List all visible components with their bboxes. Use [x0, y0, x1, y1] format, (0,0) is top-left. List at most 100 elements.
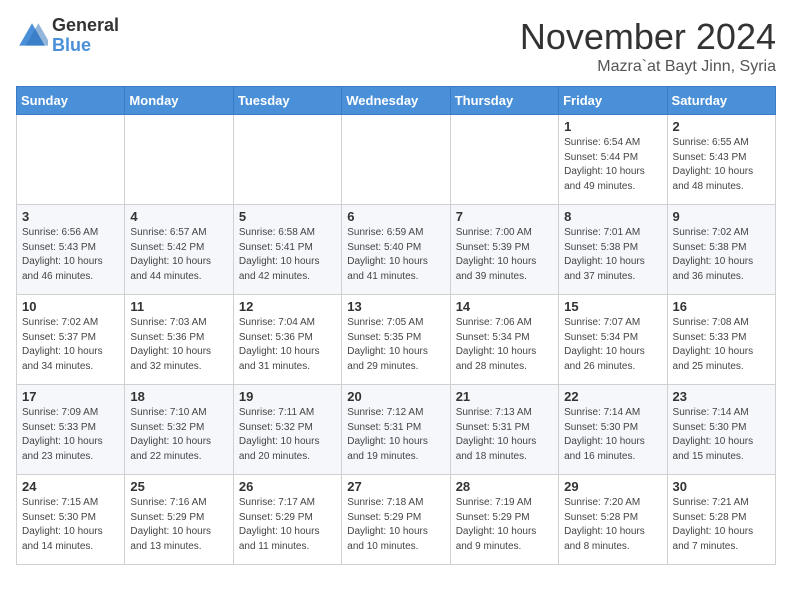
calendar-cell: 4 Sunrise: 6:57 AM Sunset: 5:42 PM Daylig…: [125, 205, 233, 295]
calendar-cell: 3Sunrise: 6:56 AM Sunset: 5:43 PM Daylig…: [17, 205, 125, 295]
day-info: Sunrise: 7:09 AM Sunset: 5:33 PM Dayligh…: [22, 406, 119, 464]
day-info: Sunrise: 7:15 AM Sunset: 5:30 PM Dayligh…: [22, 496, 119, 554]
day-number: 16: [673, 299, 770, 314]
calendar-cell: 27 Sunrise: 7:18 AM Sunset: 5:29 PM Dayli…: [342, 475, 450, 565]
calendar-cell: 15 Sunrise: 7:07 AM Sunset: 5:34 PM Dayli…: [559, 295, 667, 385]
calendar-header-row: SundayMondayTuesdayWednesdayThursdayFrid…: [17, 87, 776, 115]
logo-icon: [16, 20, 48, 52]
calendar-cell: [233, 115, 341, 205]
calendar-cell: 16 Sunrise: 7:08 AM Sunset: 5:33 PM Dayli…: [667, 295, 775, 385]
calendar-cell: 9 Sunrise: 7:02 AM Sunset: 5:38 PM Daylig…: [667, 205, 775, 295]
calendar-week-row: 24 Sunrise: 7:15 AM Sunset: 5:30 PM Dayli…: [17, 475, 776, 565]
logo-general-text: General: [52, 16, 119, 36]
day-info: Sunrise: 7:14 AM Sunset: 5:30 PM Dayligh…: [564, 406, 661, 464]
day-info: Sunrise: 7:00 AM Sunset: 5:39 PM Dayligh…: [456, 226, 553, 284]
day-number: 3: [22, 209, 119, 224]
day-info: Sunrise: 7:10 AM Sunset: 5:32 PM Dayligh…: [130, 406, 227, 464]
day-info: Sunrise: 7:19 AM Sunset: 5:29 PM Dayligh…: [456, 496, 553, 554]
day-number: 5: [239, 209, 336, 224]
day-info: Sunrise: 7:07 AM Sunset: 5:34 PM Dayligh…: [564, 316, 661, 374]
calendar-cell: 13Sunrise: 7:05 AM Sunset: 5:35 PM Dayli…: [342, 295, 450, 385]
day-info: Sunrise: 6:58 AM Sunset: 5:41 PM Dayligh…: [239, 226, 336, 284]
calendar-cell: 8 Sunrise: 7:01 AM Sunset: 5:38 PM Daylig…: [559, 205, 667, 295]
day-info: Sunrise: 7:12 AM Sunset: 5:31 PM Dayligh…: [347, 406, 444, 464]
calendar-table: SundayMondayTuesdayWednesdayThursdayFrid…: [16, 86, 776, 565]
weekday-header: Sunday: [17, 87, 125, 115]
day-info: Sunrise: 6:59 AM Sunset: 5:40 PM Dayligh…: [347, 226, 444, 284]
day-number: 24: [22, 479, 119, 494]
day-info: Sunrise: 7:20 AM Sunset: 5:28 PM Dayligh…: [564, 496, 661, 554]
day-info: Sunrise: 7:18 AM Sunset: 5:29 PM Dayligh…: [347, 496, 444, 554]
day-number: 22: [564, 389, 661, 404]
day-info: Sunrise: 7:03 AM Sunset: 5:36 PM Dayligh…: [130, 316, 227, 374]
day-number: 25: [130, 479, 227, 494]
calendar-cell: 30Sunrise: 7:21 AM Sunset: 5:28 PM Dayli…: [667, 475, 775, 565]
day-number: 17: [22, 389, 119, 404]
day-number: 20: [347, 389, 444, 404]
calendar-cell: 2 Sunrise: 6:55 AM Sunset: 5:43 PM Daylig…: [667, 115, 775, 205]
calendar-week-row: 1 Sunrise: 6:54 AM Sunset: 5:44 PM Daylig…: [17, 115, 776, 205]
day-number: 28: [456, 479, 553, 494]
calendar-cell: 14Sunrise: 7:06 AM Sunset: 5:34 PM Dayli…: [450, 295, 558, 385]
calendar-cell: 23 Sunrise: 7:14 AM Sunset: 5:30 PM Dayli…: [667, 385, 775, 475]
calendar-cell: [17, 115, 125, 205]
day-info: Sunrise: 7:02 AM Sunset: 5:38 PM Dayligh…: [673, 226, 770, 284]
calendar-week-row: 10 Sunrise: 7:02 AM Sunset: 5:37 PM Dayli…: [17, 295, 776, 385]
calendar-cell: 24 Sunrise: 7:15 AM Sunset: 5:30 PM Dayli…: [17, 475, 125, 565]
calendar-week-row: 17 Sunrise: 7:09 AM Sunset: 5:33 PM Dayli…: [17, 385, 776, 475]
day-info: Sunrise: 6:55 AM Sunset: 5:43 PM Dayligh…: [673, 136, 770, 194]
calendar-cell: 29Sunrise: 7:20 AM Sunset: 5:28 PM Dayli…: [559, 475, 667, 565]
day-info: Sunrise: 7:08 AM Sunset: 5:33 PM Dayligh…: [673, 316, 770, 374]
calendar-cell: 10 Sunrise: 7:02 AM Sunset: 5:37 PM Dayli…: [17, 295, 125, 385]
calendar-cell: 26 Sunrise: 7:17 AM Sunset: 5:29 PM Dayli…: [233, 475, 341, 565]
calendar-cell: 25 Sunrise: 7:16 AM Sunset: 5:29 PM Dayli…: [125, 475, 233, 565]
day-number: 27: [347, 479, 444, 494]
day-number: 8: [564, 209, 661, 224]
title-block: November 2024 Mazra`at Bayt Jinn, Syria: [520, 16, 776, 76]
month-title: November 2024: [520, 16, 776, 58]
calendar-cell: 17 Sunrise: 7:09 AM Sunset: 5:33 PM Dayli…: [17, 385, 125, 475]
day-number: 19: [239, 389, 336, 404]
calendar-cell: 18 Sunrise: 7:10 AM Sunset: 5:32 PM Dayli…: [125, 385, 233, 475]
day-number: 13: [347, 299, 444, 314]
day-number: 6: [347, 209, 444, 224]
day-number: 2: [673, 119, 770, 134]
day-info: Sunrise: 7:04 AM Sunset: 5:36 PM Dayligh…: [239, 316, 336, 374]
calendar-cell: 22 Sunrise: 7:14 AM Sunset: 5:30 PM Dayli…: [559, 385, 667, 475]
weekday-header: Tuesday: [233, 87, 341, 115]
location-text: Mazra`at Bayt Jinn, Syria: [520, 58, 776, 76]
day-number: 10: [22, 299, 119, 314]
day-number: 30: [673, 479, 770, 494]
day-number: 23: [673, 389, 770, 404]
day-info: Sunrise: 7:17 AM Sunset: 5:29 PM Dayligh…: [239, 496, 336, 554]
day-number: 9: [673, 209, 770, 224]
day-number: 15: [564, 299, 661, 314]
calendar-cell: [342, 115, 450, 205]
day-number: 11: [130, 299, 227, 314]
day-number: 7: [456, 209, 553, 224]
day-info: Sunrise: 7:01 AM Sunset: 5:38 PM Dayligh…: [564, 226, 661, 284]
calendar-cell: [125, 115, 233, 205]
day-number: 21: [456, 389, 553, 404]
calendar-cell: 6 Sunrise: 6:59 AM Sunset: 5:40 PM Daylig…: [342, 205, 450, 295]
weekday-header: Wednesday: [342, 87, 450, 115]
day-info: Sunrise: 7:16 AM Sunset: 5:29 PM Dayligh…: [130, 496, 227, 554]
page-header: General Blue November 2024 Mazra`at Bayt…: [16, 16, 776, 76]
day-number: 4: [130, 209, 227, 224]
day-number: 1: [564, 119, 661, 134]
day-number: 26: [239, 479, 336, 494]
calendar-cell: 12 Sunrise: 7:04 AM Sunset: 5:36 PM Dayli…: [233, 295, 341, 385]
calendar-cell: 5 Sunrise: 6:58 AM Sunset: 5:41 PM Daylig…: [233, 205, 341, 295]
calendar-cell: 28 Sunrise: 7:19 AM Sunset: 5:29 PM Dayli…: [450, 475, 558, 565]
day-info: Sunrise: 6:54 AM Sunset: 5:44 PM Dayligh…: [564, 136, 661, 194]
calendar-cell: 7 Sunrise: 7:00 AM Sunset: 5:39 PM Daylig…: [450, 205, 558, 295]
calendar-week-row: 3Sunrise: 6:56 AM Sunset: 5:43 PM Daylig…: [17, 205, 776, 295]
day-number: 18: [130, 389, 227, 404]
day-info: Sunrise: 6:57 AM Sunset: 5:42 PM Dayligh…: [130, 226, 227, 284]
day-info: Sunrise: 7:14 AM Sunset: 5:30 PM Dayligh…: [673, 406, 770, 464]
day-number: 12: [239, 299, 336, 314]
calendar-cell: 20 Sunrise: 7:12 AM Sunset: 5:31 PM Dayli…: [342, 385, 450, 475]
day-number: 14: [456, 299, 553, 314]
day-info: Sunrise: 7:11 AM Sunset: 5:32 PM Dayligh…: [239, 406, 336, 464]
day-info: Sunrise: 7:02 AM Sunset: 5:37 PM Dayligh…: [22, 316, 119, 374]
